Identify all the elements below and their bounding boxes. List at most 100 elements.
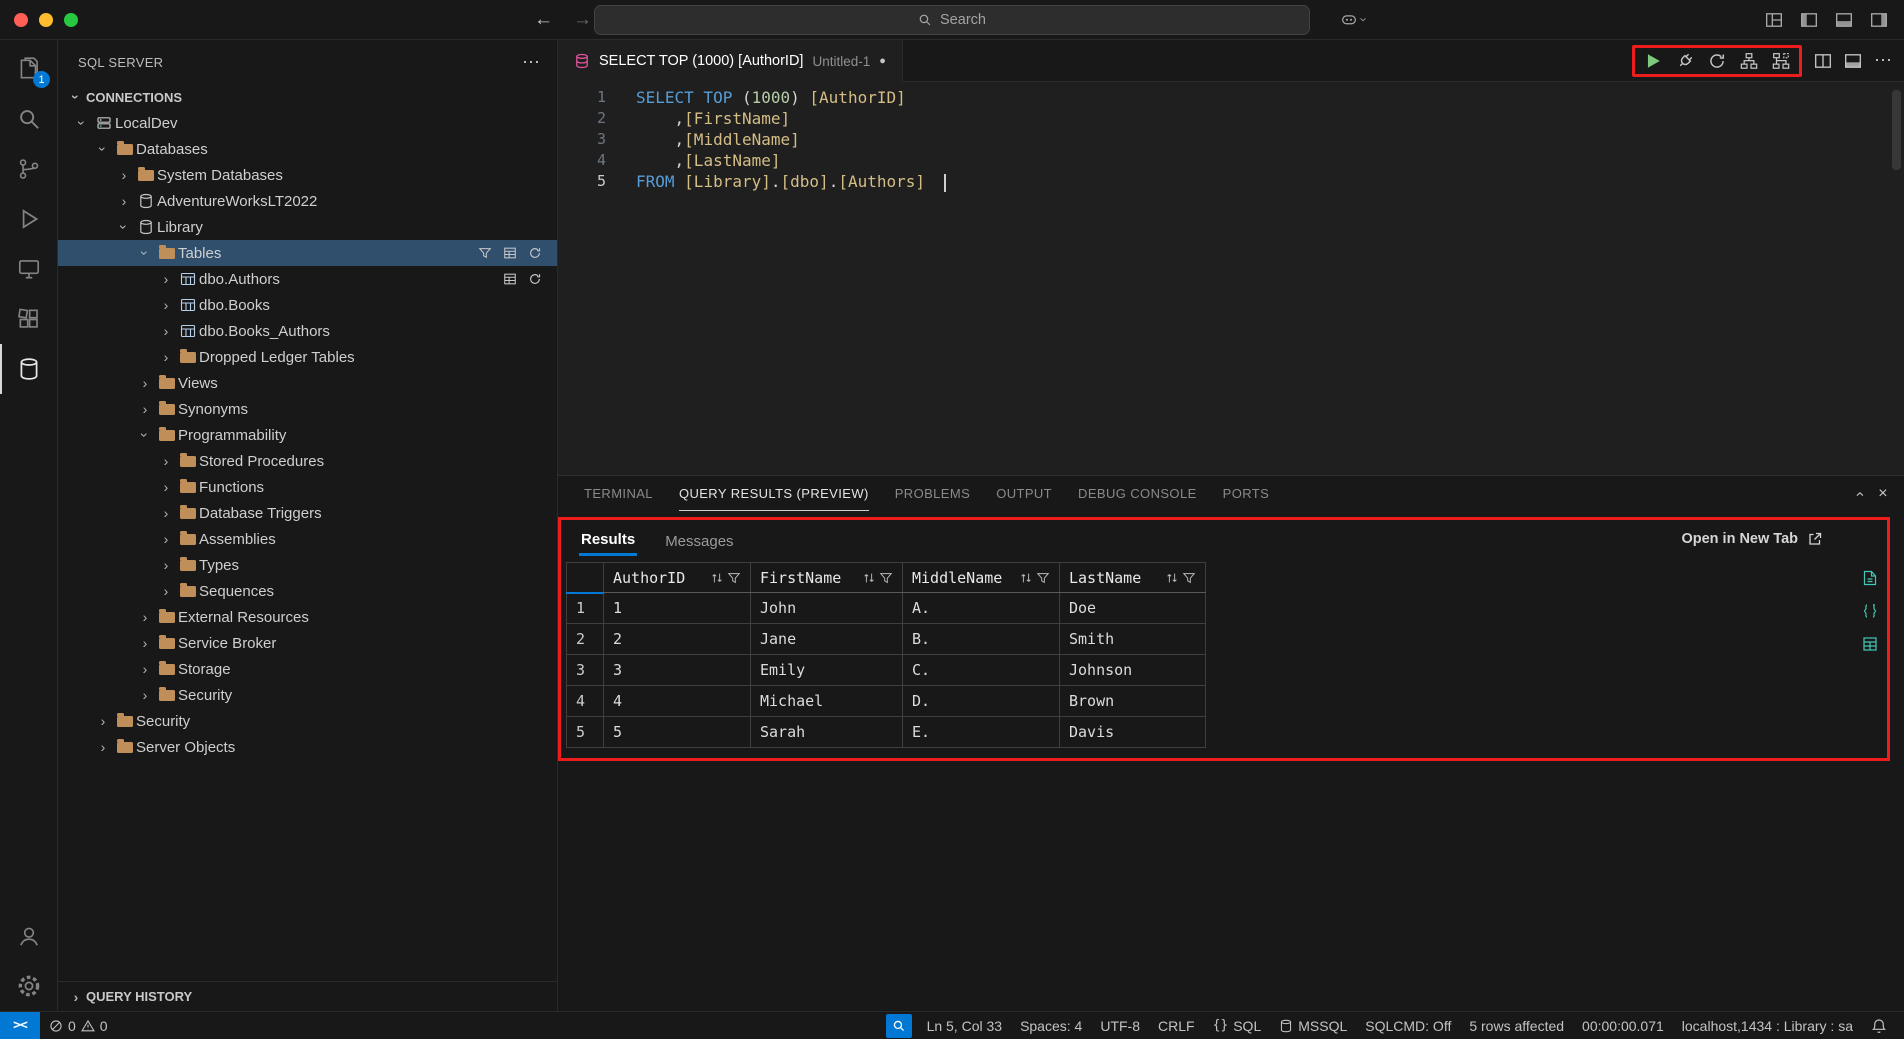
chevron-icon[interactable]: › [135, 609, 155, 625]
connections-section-header[interactable]: › CONNECTIONS [58, 84, 557, 110]
cell[interactable]: Emily [751, 655, 903, 686]
tree-item-databases[interactable]: › Databases [58, 136, 557, 162]
language-mode-status[interactable]: {}SQL [1204, 1012, 1271, 1039]
tree-item-server-objects[interactable]: › Server Objects [58, 734, 557, 760]
panel-tab-debug-console[interactable]: DEBUG CONSOLE [1078, 476, 1197, 511]
tree-item-assemblies[interactable]: › Assemblies [58, 526, 557, 552]
toggle-layout-icon[interactable] [1844, 52, 1862, 70]
tree-item-views[interactable]: › Views [58, 370, 557, 396]
chevron-icon[interactable]: › [114, 167, 134, 183]
cell[interactable]: B. [903, 624, 1060, 655]
estimated-plan-icon[interactable] [1740, 52, 1758, 70]
activitybar-sql-server[interactable] [0, 344, 57, 394]
chevron-icon[interactable]: › [156, 323, 176, 339]
problems-status[interactable]: 0 0 [40, 1012, 117, 1039]
panel-tab-output[interactable]: OUTPUT [996, 476, 1052, 511]
change-connection-icon[interactable] [1708, 52, 1726, 70]
chevron-icon[interactable]: › [156, 453, 176, 469]
save-as-excel-icon[interactable] [1862, 636, 1878, 652]
chevron-icon[interactable]: › [156, 557, 176, 573]
chevron-icon[interactable]: › [135, 635, 155, 651]
cell[interactable]: Sarah [751, 717, 903, 748]
cell[interactable]: E. [903, 717, 1060, 748]
cell[interactable]: Brown [1060, 686, 1206, 717]
tree-item-dropped-ledger-tables[interactable]: › Dropped Ledger Tables [58, 344, 557, 370]
chevron-icon[interactable]: › [135, 375, 155, 391]
query-history-section-header[interactable]: › QUERY HISTORY [58, 981, 557, 1011]
cell[interactable]: Michael [751, 686, 903, 717]
back-arrow-icon[interactable]: ← [534, 9, 553, 31]
messages-tab[interactable]: Messages [663, 524, 735, 555]
tree-item-security-db[interactable]: › Security [58, 682, 557, 708]
cell[interactable]: Johnson [1060, 655, 1206, 686]
panel-tab-query-results[interactable]: QUERY RESULTS (PREVIEW) [679, 476, 869, 511]
sidebar-more-actions-icon[interactable]: ⋯ [522, 52, 541, 73]
activitybar-search[interactable] [0, 94, 57, 144]
cell[interactable]: Smith [1060, 624, 1206, 655]
chevron-icon[interactable]: › [156, 479, 176, 495]
panel-maximize-icon[interactable]: › [1850, 491, 1868, 497]
chevron-icon[interactable]: › [137, 425, 153, 445]
chevron-icon[interactable]: › [156, 505, 176, 521]
tree-item-types[interactable]: › Types [58, 552, 557, 578]
indentation-status[interactable]: Spaces: 4 [1011, 1012, 1091, 1039]
filter-icon[interactable] [478, 246, 492, 260]
cell[interactable]: Davis [1060, 717, 1206, 748]
cell[interactable]: 3 [604, 655, 751, 686]
sort-icon[interactable] [862, 571, 876, 585]
close-window-button[interactable] [14, 13, 28, 27]
chevron-icon[interactable]: › [114, 193, 134, 209]
tree-item-library[interactable]: › Library [58, 214, 557, 240]
column-header-authorid[interactable]: AuthorID [604, 563, 751, 593]
chevron-icon[interactable]: › [93, 713, 113, 729]
zoom-indicator[interactable] [886, 1014, 912, 1038]
table-designer-icon[interactable] [503, 272, 517, 286]
chevron-icon[interactable]: › [116, 217, 132, 237]
tree-item-synonyms[interactable]: › Synonyms [58, 396, 557, 422]
tree-item-external-resources[interactable]: › External Resources [58, 604, 557, 630]
eol-status[interactable]: CRLF [1149, 1012, 1204, 1039]
connect-icon[interactable] [1676, 52, 1694, 70]
tree-item-database-triggers[interactable]: › Database Triggers [58, 500, 557, 526]
minimize-window-button[interactable] [39, 13, 53, 27]
tree-item-dbo-books-authors[interactable]: › dbo.Books_Authors [58, 318, 557, 344]
forward-arrow-icon[interactable]: → [573, 9, 592, 31]
activitybar-settings[interactable] [0, 961, 57, 1011]
run-query-button[interactable] [1644, 52, 1662, 70]
tree-item-dbo-books[interactable]: › dbo.Books [58, 292, 557, 318]
save-as-json-icon[interactable] [1862, 603, 1878, 619]
cell[interactable]: A. [903, 593, 1060, 624]
tree-item-dbo-authors[interactable]: › dbo.Authors [58, 266, 557, 292]
editor-tab-untitled-1[interactable]: SELECT TOP (1000) [AuthorID] Untitled-1 … [558, 40, 903, 82]
panel-close-icon[interactable]: × [1878, 485, 1888, 503]
mssql-provider-status[interactable]: MSSQL [1270, 1012, 1356, 1039]
column-header-firstname[interactable]: FirstName [751, 563, 903, 593]
chevron-icon[interactable]: › [93, 739, 113, 755]
row-number[interactable]: 3 [567, 655, 604, 686]
tree-item-storage[interactable]: › Storage [58, 656, 557, 682]
rows-affected-status[interactable]: 5 rows affected [1460, 1012, 1573, 1039]
column-header-middlename[interactable]: MiddleName [903, 563, 1060, 593]
more-actions-icon[interactable]: ⋯ [1874, 50, 1892, 71]
activitybar-accounts[interactable] [0, 911, 57, 961]
chevron-icon[interactable]: › [95, 139, 111, 159]
panel-tab-terminal[interactable]: TERMINAL [584, 476, 653, 511]
split-editor-icon[interactable] [1814, 52, 1832, 70]
chevron-icon[interactable]: › [156, 271, 176, 287]
connection-status[interactable]: localhost,1434 : Library : sa [1673, 1012, 1862, 1039]
toggle-secondary-sidebar-icon[interactable] [1870, 11, 1888, 29]
tree-item-programmability[interactable]: › Programmability [58, 422, 557, 448]
cell[interactable]: 2 [604, 624, 751, 655]
tree-item-adventureworks[interactable]: › AdventureWorksLT2022 [58, 188, 557, 214]
table-designer-icon[interactable] [503, 246, 517, 260]
tree-item-localdev[interactable]: › LocalDev [58, 110, 557, 136]
dirty-indicator-icon[interactable]: ● [879, 55, 886, 67]
activitybar-source-control[interactable] [0, 144, 57, 194]
code-editor[interactable]: 1 2 3 4 5 SELECT TOP (1000) [AuthorID] ,… [558, 82, 1904, 475]
actual-plan-icon[interactable] [1772, 52, 1790, 70]
editor-scrollbar[interactable] [1892, 90, 1901, 170]
chevron-icon[interactable]: › [156, 297, 176, 313]
sqlcmd-status[interactable]: SQLCMD: Off [1356, 1012, 1460, 1039]
chevron-icon[interactable]: › [74, 113, 90, 133]
grid-corner-cell[interactable] [567, 563, 604, 593]
